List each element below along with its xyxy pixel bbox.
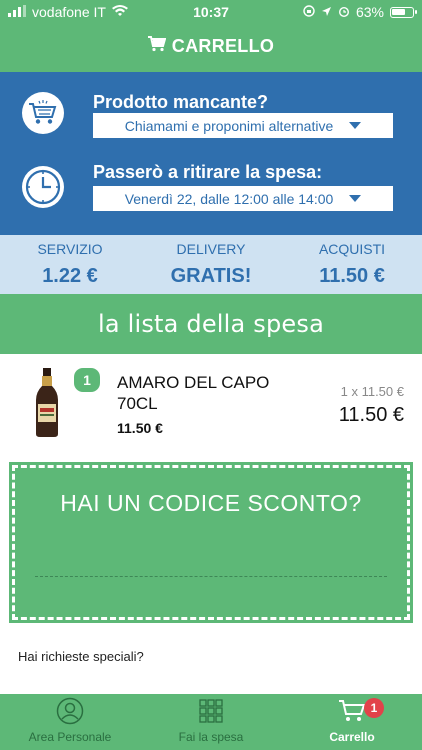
- grid-icon: [199, 698, 223, 726]
- battery-percentage: 63%: [355, 4, 384, 20]
- discount-code-box[interactable]: HAI UN CODICE SCONTO?: [9, 462, 413, 623]
- missing-product-value: Chiamami e proponimi alternative: [124, 117, 334, 134]
- order-options-panel: Prodotto mancante? Chiamami e proponimi …: [0, 72, 422, 235]
- purchases-cost-value: 11.50 €: [319, 265, 385, 287]
- service-cost-value: 1.22 €: [42, 265, 98, 287]
- battery-icon: [390, 6, 417, 18]
- tab-label: Area Personale: [28, 730, 112, 744]
- service-cost: SERVIZIO 1.22 €: [0, 235, 140, 288]
- shopping-cart-icon: [22, 92, 64, 134]
- service-cost-label: SERVIZIO: [37, 241, 103, 257]
- discount-code-input-line[interactable]: [35, 576, 387, 577]
- product-total: 11.50 €: [338, 404, 404, 426]
- quantity-badge: 1: [74, 368, 100, 392]
- missing-product-label: Prodotto mancante?: [93, 92, 269, 112]
- pickup-time-value: Venerdì 22, dalle 12:00 alle 14:00: [124, 190, 334, 207]
- delivery-cost: DELIVERY GRATIS!: [141, 235, 281, 288]
- missing-product-select[interactable]: Chiamami e proponimi alternative: [93, 113, 393, 138]
- cart-icon: [147, 36, 167, 57]
- pickup-label: Passerò a ritirare la spesa:: [93, 162, 323, 182]
- product-price: 11.50 €: [117, 420, 163, 436]
- page-header: CARRELLO: [0, 36, 422, 57]
- product-unit-line: 1 x 11.50 €: [340, 384, 404, 399]
- chevron-down-icon: [349, 122, 362, 129]
- discount-code-title: HAI UN CODICE SCONTO?: [60, 490, 362, 516]
- lock-rotation-icon: [303, 4, 315, 20]
- cost-summary: SERVIZIO 1.22 € DELIVERY GRATIS! ACQUIST…: [0, 235, 422, 294]
- delivery-cost-label: DELIVERY: [176, 241, 246, 257]
- status-bar: vodafone IT 10:37 63%: [0, 0, 422, 24]
- chevron-down-icon: [349, 195, 362, 202]
- clock-icon: [22, 166, 64, 208]
- product-name: AMARO DEL CAPO 70CL: [117, 373, 270, 413]
- tab-carrello[interactable]: Carrello 1: [282, 694, 422, 750]
- product-image: [32, 368, 62, 443]
- purchases-cost: ACQUISTI 11.50 €: [282, 235, 422, 288]
- cart-count-badge: 1: [364, 698, 384, 718]
- bottom-tab-bar: Area Personale Fai la spesa Carrello 1: [0, 694, 422, 750]
- cart-icon: [338, 699, 366, 726]
- tab-area-personale[interactable]: Area Personale: [0, 694, 140, 750]
- page-title: CARRELLO: [171, 36, 275, 56]
- tab-label: Fai la spesa: [178, 730, 244, 744]
- person-icon: [56, 697, 84, 728]
- alarm-icon: [338, 4, 350, 20]
- tab-fai-la-spesa[interactable]: Fai la spesa: [141, 694, 281, 750]
- pickup-time-select[interactable]: Venerdì 22, dalle 12:00 alle 14:00: [93, 186, 393, 211]
- shopping-list-header: la lista della spesa: [0, 294, 422, 354]
- tab-label: Carrello: [329, 730, 375, 744]
- location-icon: [321, 4, 332, 20]
- purchases-cost-label: ACQUISTI: [318, 241, 386, 257]
- shopping-list-title: la lista della spesa: [98, 310, 324, 338]
- delivery-cost-value: GRATIS!: [170, 265, 252, 287]
- special-requests-label[interactable]: Hai richieste speciali?: [18, 649, 144, 664]
